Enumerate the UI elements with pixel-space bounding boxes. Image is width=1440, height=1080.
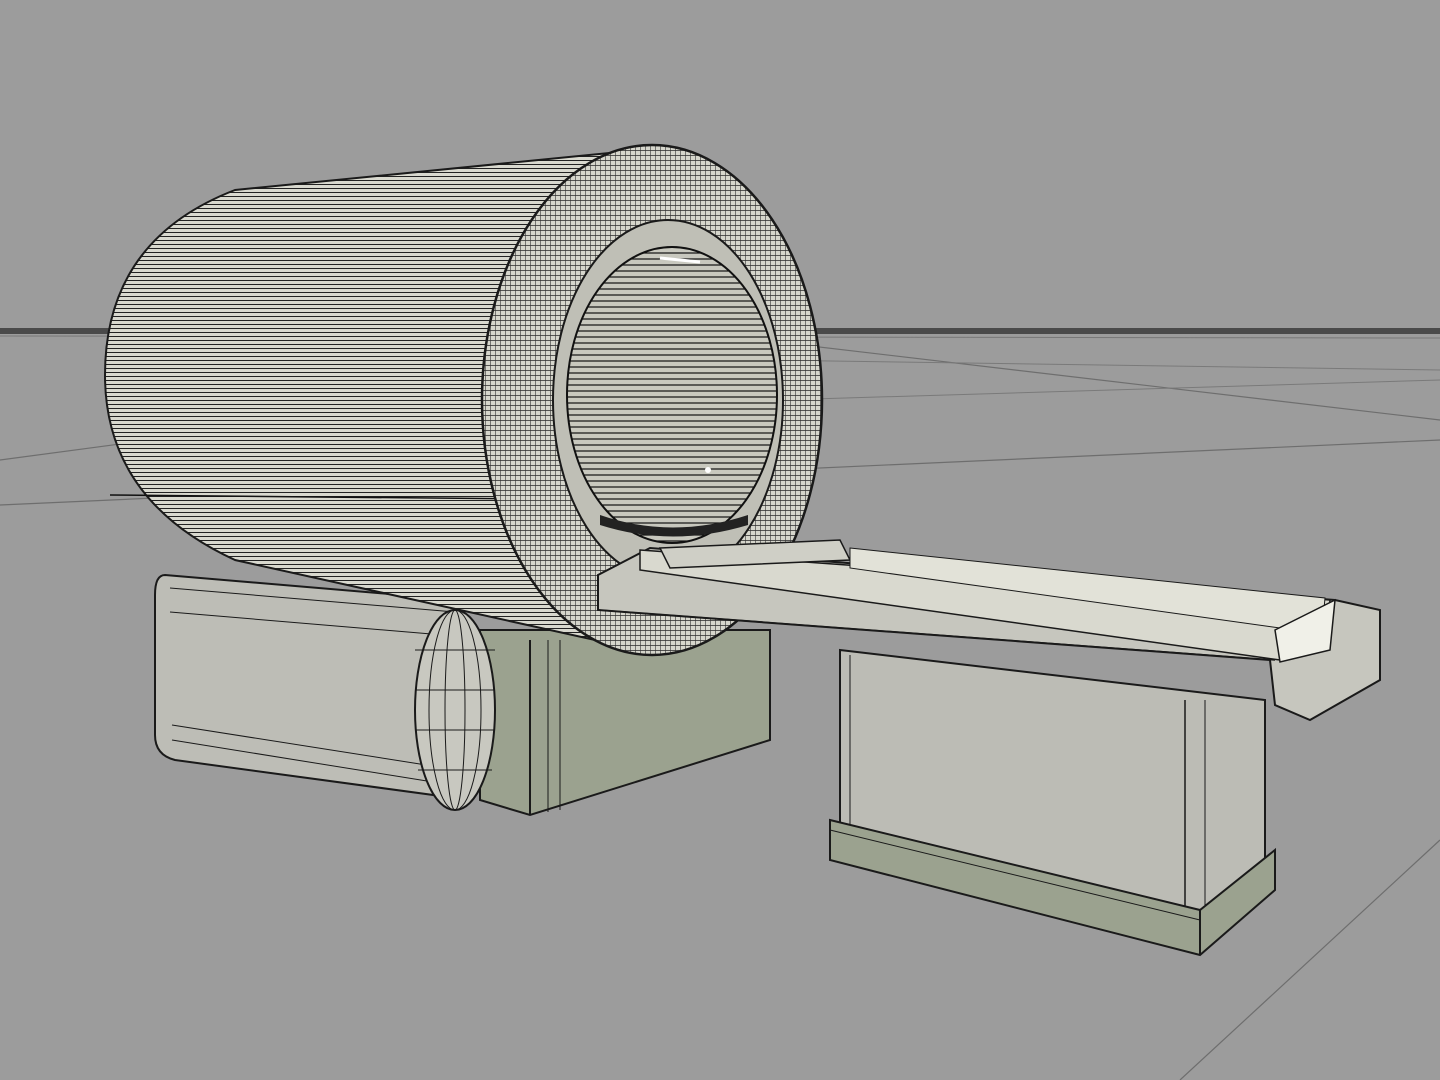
side-console[interactable] xyxy=(154,573,496,811)
viewport-canvas[interactable] xyxy=(0,0,1440,1080)
gantry-base[interactable] xyxy=(479,629,771,817)
3d-viewport[interactable] xyxy=(0,0,1440,1080)
gantry-bore xyxy=(566,246,778,544)
table-pedestal[interactable] xyxy=(829,648,1276,957)
